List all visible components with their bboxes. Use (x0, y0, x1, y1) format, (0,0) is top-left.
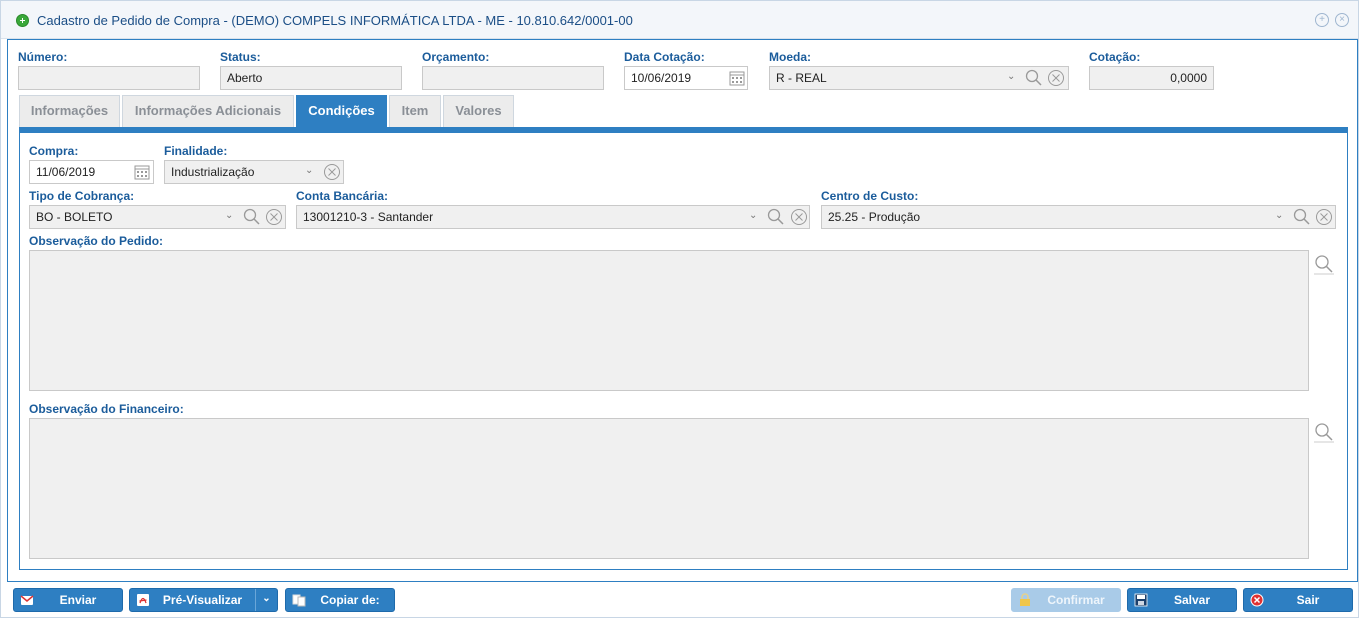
lock-icon (1020, 593, 1030, 606)
finalidade-label: Finalidade: (164, 144, 228, 158)
moeda-select[interactable]: R - REAL (769, 66, 1069, 90)
moeda-label: Moeda: (769, 50, 811, 64)
status-field: Aberto (220, 66, 402, 90)
copy-icon (292, 594, 306, 607)
obs-financeiro-textarea[interactable] (29, 418, 1309, 559)
search-icon[interactable] (1313, 253, 1335, 275)
cotacao-label: Cotação: (1089, 50, 1141, 64)
maximize-icon[interactable]: + (1315, 13, 1329, 27)
mail-icon (20, 595, 34, 605)
floppy-disk-icon (1134, 593, 1148, 607)
tab-informacoes-adicionais[interactable]: Informações Adicionais (122, 95, 294, 127)
sair-label: Sair (1296, 593, 1320, 607)
compra-value: 11/06/2019 (36, 165, 96, 179)
conta-bancaria-select[interactable]: 13001210-3 - Santander (296, 205, 810, 229)
confirmar-label: Confirmar (1047, 593, 1105, 607)
clear-icon[interactable] (1047, 69, 1065, 87)
calendar-icon[interactable] (133, 163, 151, 181)
add-circle-icon (16, 14, 29, 27)
clear-icon[interactable] (323, 163, 341, 181)
pre-visualizar-label: Pré-Visualizar (162, 593, 243, 607)
chevron-down-icon[interactable]: ⌄ (1007, 71, 1015, 82)
calendar-icon[interactable] (728, 69, 746, 87)
numero-field[interactable] (18, 66, 200, 90)
conta-bancaria-label: Conta Bancária: (296, 189, 389, 203)
copiar-de-button[interactable]: Copiar de: (285, 588, 395, 612)
window-titlebar: Cadastro de Pedido de Compra - (DEMO) CO… (1, 1, 1358, 39)
enviar-label: Enviar (59, 593, 97, 607)
search-icon[interactable] (1293, 208, 1311, 226)
chevron-down-icon[interactable]: ⌄ (749, 210, 757, 221)
data-cotacao-value: 10/06/2019 (631, 71, 692, 85)
numero-label: Número: (18, 50, 68, 64)
finalidade-select[interactable]: Industrialização (164, 160, 344, 184)
tab-item[interactable]: Item (389, 95, 441, 127)
purchase-order-window: Cadastro de Pedido de Compra - (DEMO) CO… (0, 0, 1359, 618)
pdf-icon (137, 594, 149, 606)
tab-condicoes[interactable]: Condições (296, 95, 387, 127)
obs-pedido-label: Observação do Pedido: (29, 234, 164, 248)
tab-informacoes[interactable]: Informações (19, 95, 120, 127)
data-cotacao-label: Data Cotação: (624, 50, 705, 64)
search-icon[interactable] (1313, 421, 1335, 443)
search-icon[interactable] (243, 208, 261, 226)
status-label: Status: (220, 50, 261, 64)
chevron-down-icon[interactable]: ⌄ (225, 210, 233, 221)
centro-custo-select[interactable]: 25.25 - Produção (821, 205, 1336, 229)
tab-valores[interactable]: Valores (443, 95, 514, 127)
enviar-button[interactable]: Enviar (13, 588, 123, 612)
chevron-down-icon[interactable]: ⌄ (255, 589, 277, 611)
moeda-value: R - REAL (776, 71, 827, 85)
close-icon[interactable]: × (1335, 13, 1349, 27)
clear-icon[interactable] (265, 208, 283, 226)
tipo-cobranca-label: Tipo de Cobrança: (29, 189, 135, 203)
sair-button[interactable]: Sair (1243, 588, 1353, 612)
clear-icon[interactable] (1315, 208, 1333, 226)
cotacao-field[interactable]: 0,0000 (1089, 66, 1214, 90)
search-icon[interactable] (767, 208, 785, 226)
confirmar-button[interactable]: Confirmar (1011, 588, 1121, 612)
chevron-down-icon[interactable]: ⌄ (305, 165, 313, 176)
obs-financeiro-label: Observação do Financeiro: (29, 402, 184, 416)
finalidade-value: Industrialização (171, 165, 255, 179)
window-title: Cadastro de Pedido de Compra - (DEMO) CO… (37, 13, 633, 28)
chevron-down-icon[interactable]: ⌄ (1275, 210, 1283, 221)
salvar-label: Salvar (1173, 593, 1211, 607)
copiar-de-label: Copiar de: (320, 593, 380, 607)
pre-visualizar-button[interactable]: Pré-Visualizar ⌄ (129, 588, 278, 612)
exit-icon (1250, 593, 1264, 607)
clear-icon[interactable] (790, 208, 808, 226)
tipo-cobranca-value: BO - BOLETO (36, 210, 113, 224)
orcamento-label: Orçamento: (422, 50, 490, 64)
obs-pedido-textarea[interactable] (29, 250, 1309, 391)
conta-bancaria-value: 13001210-3 - Santander (303, 210, 434, 224)
compra-label: Compra: (29, 144, 79, 158)
centro-custo-value: 25.25 - Produção (828, 210, 921, 224)
centro-custo-label: Centro de Custo: (821, 189, 919, 203)
search-icon[interactable] (1025, 69, 1043, 87)
salvar-button[interactable]: Salvar (1127, 588, 1237, 612)
orcamento-field[interactable] (422, 66, 604, 90)
